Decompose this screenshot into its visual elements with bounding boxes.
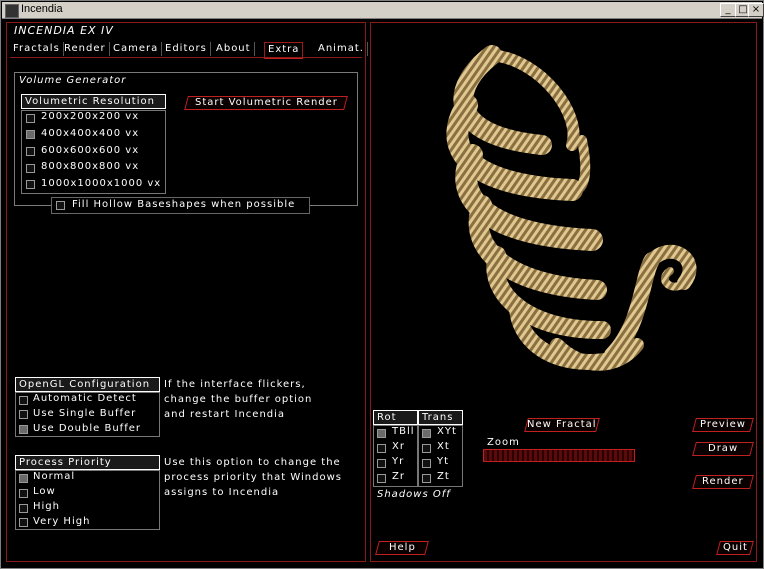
resolution-800-label: 800x800x800 vx — [41, 161, 140, 172]
resolution-600-checkbox[interactable] — [26, 147, 35, 156]
trans-xt-label: Xt — [437, 441, 450, 452]
resolution-800-checkbox[interactable] — [26, 164, 35, 173]
tab-divider — [10, 57, 362, 58]
automatic-detect-checkbox[interactable] — [19, 396, 28, 405]
rot-zr-checkbox[interactable] — [377, 474, 386, 483]
trans-yt-checkbox[interactable] — [422, 459, 431, 468]
tab-editors[interactable]: Editors — [162, 42, 211, 56]
rot-xr-label: Xr — [392, 441, 405, 452]
volumetric-resolution-header: Volumetric Resolution — [21, 94, 166, 109]
opengl-note-line: and restart Incendia — [164, 409, 286, 420]
app-icon — [5, 4, 19, 18]
opengl-note-line: If the interface flickers, — [164, 379, 306, 390]
new-fractal-button[interactable]: New Fractal — [524, 418, 600, 432]
opengl-note: If the interface flickers, change the bu… — [164, 377, 312, 422]
priority-very-high-checkbox[interactable] — [19, 518, 28, 527]
process-priority-header: Process Priority — [15, 455, 160, 470]
resolution-200-label: 200x200x200 vx — [41, 111, 140, 122]
volume-generator-label: Volume Generator — [19, 75, 127, 86]
trans-header: Trans — [418, 410, 463, 425]
minimize-icon[interactable]: _ — [720, 3, 736, 17]
resolution-400-checkbox[interactable] — [26, 130, 35, 139]
draw-button[interactable]: Draw — [692, 442, 754, 456]
priority-normal-label: Normal — [33, 471, 76, 482]
priority-normal-checkbox[interactable] — [19, 474, 28, 483]
opengl-note-line: change the buffer option — [164, 394, 313, 405]
window-title: Incendia — [21, 3, 63, 15]
start-volumetric-render-button[interactable]: Start Volumetric Render — [184, 96, 348, 110]
trans-xt-checkbox[interactable] — [422, 444, 431, 453]
tab-animat[interactable]: Animat. — [315, 42, 368, 56]
rot-zr-label: Zr — [392, 471, 405, 482]
zoom-slider[interactable] — [483, 449, 635, 462]
rot-yr-checkbox[interactable] — [377, 459, 386, 468]
opengl-config-header: OpenGL Configuration — [15, 377, 160, 392]
priority-very-high-label: Very High — [33, 516, 91, 527]
rot-header: Rot — [373, 410, 418, 425]
app-title: INCENDIA EX IV — [14, 24, 114, 37]
tab-about[interactable]: About — [213, 42, 255, 56]
priority-high-label: High — [33, 501, 60, 512]
trans-zt-label: Zt — [437, 471, 450, 482]
preview-button[interactable]: Preview — [692, 418, 754, 432]
close-icon[interactable]: × — [748, 3, 764, 17]
render-label: Render — [702, 476, 744, 487]
fractal-render-view[interactable] — [372, 25, 754, 407]
resolution-1000-checkbox[interactable] — [26, 180, 35, 189]
zoom-label: Zoom — [487, 437, 520, 448]
trans-yt-label: Yt — [437, 456, 450, 467]
resolution-200-checkbox[interactable] — [26, 114, 35, 123]
fill-hollow-label: Fill Hollow Baseshapes when possible — [72, 199, 296, 210]
automatic-detect-label: Automatic Detect — [33, 393, 137, 404]
trans-xyt-checkbox[interactable] — [422, 429, 431, 438]
double-buffer-label: Use Double Buffer — [33, 423, 141, 434]
tab-render[interactable]: Render — [61, 42, 110, 56]
trans-zt-checkbox[interactable] — [422, 474, 431, 483]
quit-button[interactable]: Quit — [716, 541, 754, 555]
single-buffer-checkbox[interactable] — [19, 410, 28, 419]
priority-low-checkbox[interactable] — [19, 489, 28, 498]
draw-label: Draw — [707, 443, 739, 454]
tab-fractals[interactable]: Fractals — [10, 42, 64, 56]
priority-note: Use this option to change the process pr… — [164, 455, 342, 500]
rot-yr-label: Yr — [392, 456, 405, 467]
resolution-1000-label: 1000x1000x1000 vx — [41, 178, 162, 189]
resolution-400-label: 400x400x400 vx — [41, 128, 140, 139]
single-buffer-label: Use Single Buffer — [33, 408, 137, 419]
render-button[interactable]: Render — [692, 475, 754, 489]
title-bar[interactable]: Incendia _ □ × — [2, 2, 764, 19]
priority-note-line: assigns to Incendia — [164, 487, 280, 498]
rot-tbll-checkbox[interactable] — [377, 429, 386, 438]
shadows-status: Shadows Off — [377, 489, 451, 500]
preview-label: Preview — [700, 419, 746, 430]
priority-low-label: Low — [33, 486, 56, 497]
start-volumetric-render-label: Start Volumetric Render — [194, 97, 338, 108]
rot-xr-checkbox[interactable] — [377, 444, 386, 453]
double-buffer-checkbox[interactable] — [19, 425, 28, 434]
help-button[interactable]: Help — [375, 541, 429, 555]
fill-hollow-checkbox[interactable] — [56, 201, 65, 210]
tab-camera[interactable]: Camera — [110, 42, 163, 56]
quit-label: Quit — [722, 542, 748, 553]
priority-note-line: Use this option to change the — [164, 457, 341, 468]
priority-high-checkbox[interactable] — [19, 504, 28, 513]
help-label: Help — [388, 542, 416, 553]
priority-note-line: process priority that Windows — [164, 472, 342, 483]
rot-tbll-label: TBll — [392, 426, 415, 437]
fractal-image — [446, 45, 697, 371]
new-fractal-label: New Fractal — [527, 419, 597, 430]
trans-xyt-label: XYt — [437, 426, 457, 437]
resolution-600-label: 600x600x600 vx — [41, 145, 140, 156]
